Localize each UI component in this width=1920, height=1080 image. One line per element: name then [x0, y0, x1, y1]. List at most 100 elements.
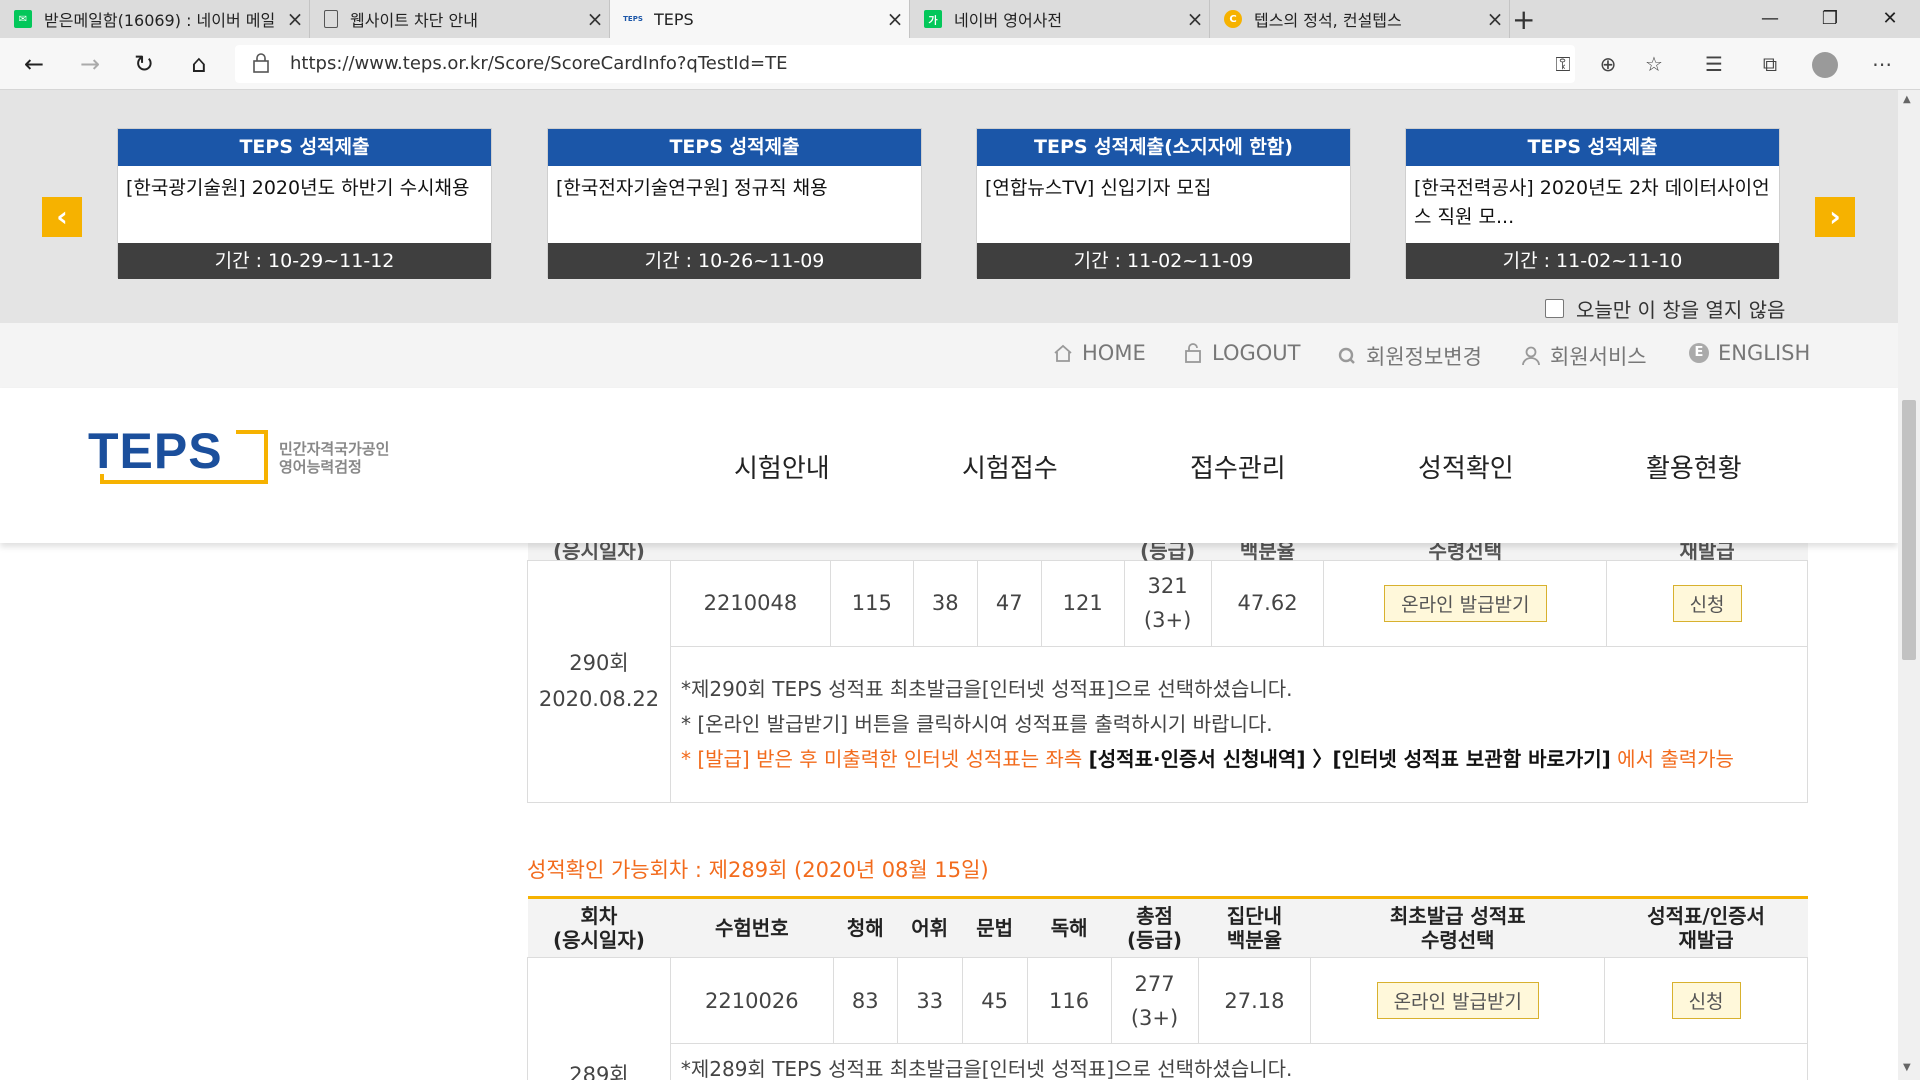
scorecard-archive-link[interactable]: [성적표·인증서 신청내역] 〉[인터넷 성적표 보관함 바로가기] — [1089, 747, 1611, 771]
tab-title: 웹사이트 차단 안내 — [350, 11, 478, 30]
banner-card[interactable]: TEPS 성적제출 [한국전자기술연구원] 정규직 채용 기간 : 10-26~… — [547, 128, 922, 279]
favorites-icon[interactable]: ☰ — [1696, 46, 1732, 82]
note-line: *제290회 TEPS 성적표 최초발급을[인터넷 성적표]으로 선택하셨습니다… — [680, 676, 1293, 701]
tab-naver-dictionary[interactable]: 가 네이버 영어사전 × — [910, 0, 1210, 38]
score-percentile: 27.18 — [1197, 957, 1312, 1044]
collections-icon[interactable]: ⧉ — [1752, 46, 1788, 82]
address-row: ← → ↻ ⌂ https://www.teps.or.kr/Score/Sco… — [0, 38, 1920, 90]
naver-mail-icon: ✉ — [14, 10, 32, 28]
hide-today-checkbox[interactable] — [1545, 299, 1564, 318]
note-line: * [발급] 받은 후 미출력한 인터넷 성적표는 좌측 [성적표·인증서 신청… — [681, 742, 1797, 777]
reissue-apply-button[interactable]: 신청 — [1671, 982, 1741, 1019]
close-icon[interactable]: × — [581, 7, 609, 31]
restore-button[interactable]: ❐ — [1800, 0, 1860, 38]
close-icon[interactable]: × — [1481, 7, 1509, 31]
score-vocab: 38 — [912, 559, 978, 647]
header-percentile: 집단내 백분율 — [1198, 897, 1311, 958]
close-icon[interactable]: × — [1181, 7, 1209, 31]
tab-naver-mail[interactable]: ✉ 받은메일함(16069) : 네이버 메일 × — [0, 0, 310, 38]
note-line: *제289회 TEPS 성적표 최초발급을[인터넷 성적표]으로 선택하셨습니다… — [680, 1057, 1293, 1080]
chevron-left-icon: ‹ — [56, 200, 68, 233]
gnb-registration-manage[interactable]: 접수관리 — [1190, 448, 1286, 485]
banner-card-body: [한국광기술원] 2020년도 하반기 수시채용 — [126, 177, 470, 199]
gnb-exam-register[interactable]: 시험접수 — [962, 448, 1058, 485]
lock-icon — [1182, 342, 1204, 364]
home-link[interactable]: HOME — [1052, 341, 1146, 365]
scroll-up-icon[interactable]: ▲ — [1903, 94, 1911, 105]
logout-link[interactable]: LOGOUT — [1182, 341, 1300, 365]
header-first-issue: 최초발급 성적표 수령선택 — [1310, 897, 1605, 958]
banner-card-header: TEPS 성적제출 — [118, 129, 491, 166]
round-date: 2020.08.22 — [538, 687, 660, 711]
search-icon — [1336, 345, 1358, 367]
tab-site-block[interactable]: 웹사이트 차단 안내 × — [310, 0, 610, 38]
header-text: 백분율 — [1226, 928, 1283, 952]
profile-avatar[interactable] — [1812, 52, 1838, 78]
address-bar[interactable]: https://www.teps.or.kr/Score/ScoreCardIn… — [235, 45, 1575, 83]
header-vocab: 어휘 — [897, 897, 963, 958]
member-edit-link[interactable]: 회원정보변경 — [1336, 341, 1482, 371]
header-text: 회차 — [580, 904, 618, 928]
back-button[interactable]: ← — [16, 46, 52, 82]
gnb-usage-status[interactable]: 활용현황 — [1646, 448, 1742, 485]
banner-card-body: [연합뉴스TV] 신입기자 모집 — [985, 177, 1212, 199]
user-icon — [1520, 345, 1542, 367]
header-grammar: 문법 — [962, 897, 1028, 958]
gnb-score-check[interactable]: 성적확인 — [1418, 448, 1514, 485]
logo-subtitle-line: 민간자격국가공인 — [279, 440, 390, 458]
online-issue-button[interactable]: 온라인 발급받기 — [1384, 584, 1547, 622]
reissue-apply-button[interactable]: 신청 — [1672, 584, 1742, 622]
logo-text: TEPS — [88, 426, 223, 479]
member-edit-label: 회원정보변경 — [1366, 345, 1482, 369]
tab-teps[interactable]: TEPS TEPS × — [610, 0, 910, 38]
scroll-down-icon[interactable]: ▼ — [1903, 1062, 1911, 1073]
teps-logo[interactable]: TEPS — [88, 426, 268, 484]
new-tab-button[interactable]: + — [1512, 3, 1535, 36]
note-line: * [온라인 발급받기] 버튼을 클릭하시여 성적표를 출력하시기 바랍니다. — [680, 711, 1273, 736]
gnb-exam-info[interactable]: 시험안내 — [734, 448, 830, 485]
member-service-link[interactable]: 회원서비스 — [1520, 341, 1647, 371]
close-icon[interactable]: × — [881, 7, 909, 31]
zoom-icon[interactable]: ⊕ — [1590, 46, 1626, 82]
home-label: HOME — [1082, 341, 1146, 365]
header-text: 집단내 — [1226, 904, 1283, 928]
english-label: ENGLISH — [1718, 341, 1811, 365]
score-grammar: 47 — [976, 559, 1042, 647]
minimize-button[interactable]: — — [1740, 0, 1800, 38]
more-icon[interactable]: ⋯ — [1864, 46, 1900, 82]
score-total-cell: 277 (3+) — [1110, 957, 1199, 1044]
banner-next-button[interactable]: › — [1815, 197, 1855, 237]
forward-button[interactable]: → — [72, 46, 108, 82]
banner-card-period: 기간 : 11-02~11-10 — [1406, 243, 1779, 279]
scrollbar-thumb[interactable] — [1902, 400, 1916, 660]
online-issue-button[interactable]: 온라인 발급받기 — [1376, 982, 1539, 1019]
star-icon[interactable]: ☆ — [1636, 46, 1672, 82]
banner-prev-button[interactable]: ‹ — [42, 197, 82, 237]
notes-cell: *제289회 TEPS 성적표 최초발급을[인터넷 성적표]으로 선택하셨습니다… — [669, 1043, 1809, 1080]
reissue-cell: 신청 — [1604, 957, 1808, 1044]
banner-card[interactable]: TEPS 성적제출 [한국광기술원] 2020년도 하반기 수시채용 기간 : … — [117, 128, 492, 279]
refresh-button[interactable]: ↻ — [126, 46, 162, 82]
round-label: 290회 — [569, 651, 629, 675]
banner-card-header: TEPS 성적제출 — [1406, 129, 1779, 166]
close-icon[interactable]: × — [281, 7, 309, 31]
header-text: (응시일자) — [552, 928, 645, 952]
banner-card[interactable]: TEPS 성적제출 [한국전력공사] 2020년도 2차 데이터사이언스 직원 … — [1405, 128, 1780, 279]
lock-icon — [253, 53, 269, 73]
banner-card[interactable]: TEPS 성적제출(소지자에 한함) [연합뉴스TV] 신입기자 모집 기간 :… — [976, 128, 1351, 279]
hide-today-option[interactable]: 오늘만 이 창을 열지 않음 — [1545, 294, 1785, 323]
note-orange-text: 에서 출력가능 — [1610, 746, 1734, 771]
note-orange-text: * [발급] 받은 후 미출력한 인터넷 성적표는 좌측 — [680, 746, 1089, 771]
header-text: 재발급 — [1678, 928, 1734, 952]
tab-consultteps[interactable]: C 텝스의 정석, 컨설텝스 × — [1210, 0, 1510, 38]
exam-number: 2210026 — [669, 957, 834, 1044]
window-close-button[interactable]: ✕ — [1860, 0, 1920, 38]
page-scrollbar[interactable]: ▲ ▼ — [1898, 90, 1920, 1080]
notes-cell: *제290회 TEPS 성적표 최초발급을[인터넷 성적표]으로 선택하셨습니다… — [669, 645, 1809, 803]
score-table-290: (응시일자) (등급) 백분율 수령선택 재발급 290회 2020.08.22… — [527, 528, 1809, 803]
tab-title: 받은메일함(16069) : 네이버 메일 — [44, 11, 276, 30]
key-icon[interactable]: ⚿ — [1545, 46, 1581, 82]
home-button[interactable]: ⌂ — [181, 46, 217, 82]
home-icon — [1052, 342, 1074, 364]
english-link[interactable]: E ENGLISH — [1688, 341, 1810, 365]
